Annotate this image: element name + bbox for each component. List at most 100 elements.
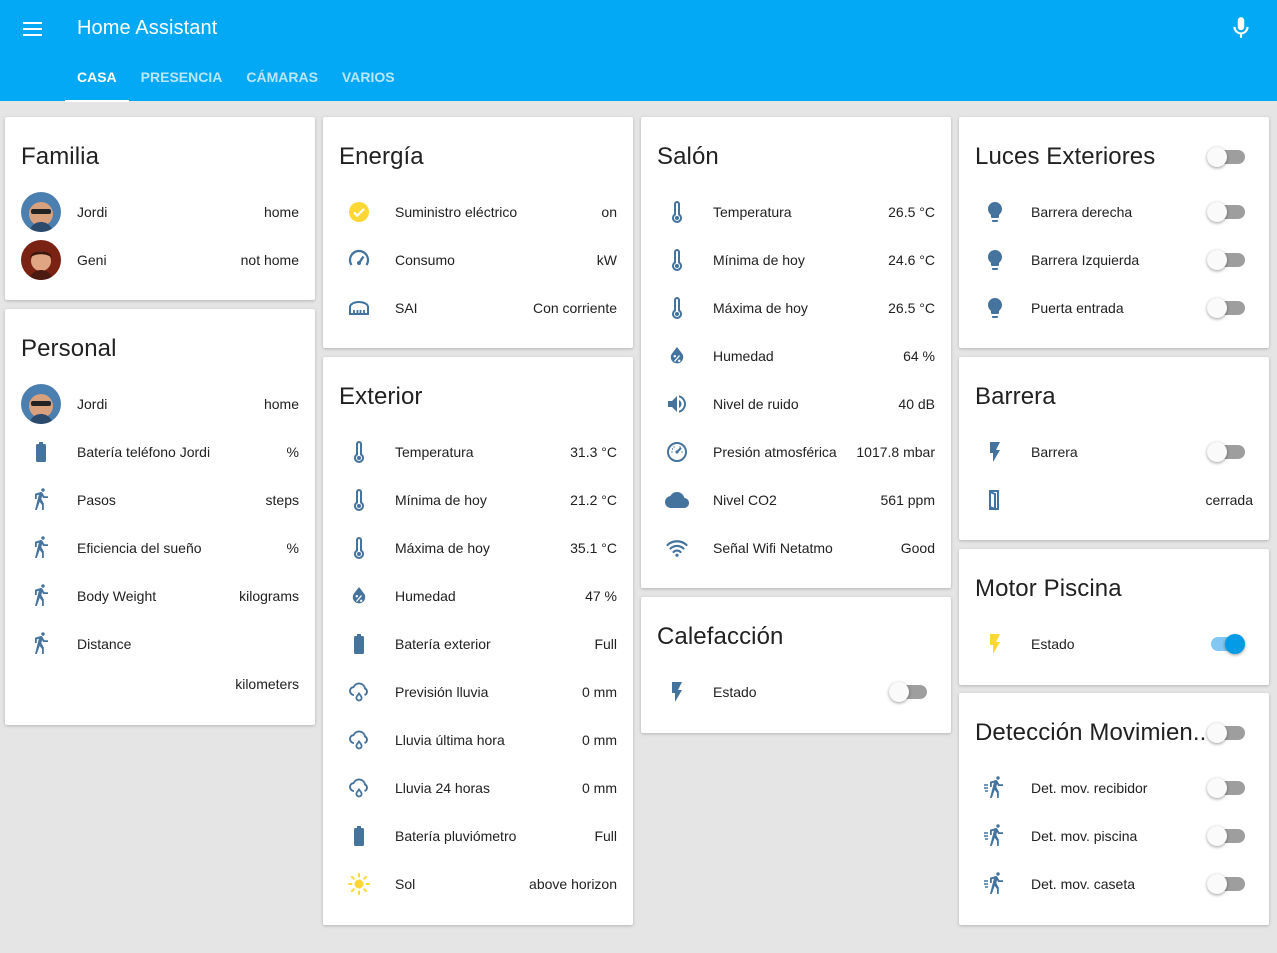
toggle-switch[interactable] bbox=[1207, 202, 1247, 222]
entity-label: Sol bbox=[395, 876, 416, 892]
motion-sensor-icon bbox=[975, 864, 1015, 904]
tab-presencia[interactable]: PRESENCIA bbox=[129, 60, 235, 101]
entity-row[interactable]: Barrera bbox=[959, 428, 1269, 476]
entity-row[interactable]: Máxima de hoy 26.5 °C bbox=[641, 284, 951, 332]
entity-row[interactable]: Temperatura 26.5 °C bbox=[641, 188, 951, 236]
entity-row[interactable]: Det. mov. recibidor bbox=[959, 764, 1269, 812]
entity-label: Jordi bbox=[77, 396, 108, 412]
ups-icon bbox=[339, 288, 379, 328]
entity-row[interactable]: Body Weight kilograms bbox=[5, 572, 315, 620]
group-toggle-switch[interactable] bbox=[1207, 723, 1247, 743]
entity-state: 24.6 °C bbox=[888, 252, 935, 268]
entity-row[interactable]: Eficiencia del sueño % bbox=[5, 524, 315, 572]
entity-state: 47 % bbox=[585, 588, 617, 604]
entity-state: 0 mm bbox=[582, 780, 617, 796]
toggle-switch[interactable] bbox=[1207, 634, 1247, 654]
thermometer-icon bbox=[339, 480, 379, 520]
entity-row[interactable]: Suministro eléctrico on bbox=[323, 188, 633, 236]
toggle-switch[interactable] bbox=[1207, 874, 1247, 894]
entity-row[interactable]: Mínima de hoy 21.2 °C bbox=[323, 476, 633, 524]
entity-row[interactable]: Sol above horizon bbox=[323, 860, 633, 908]
entity-label: Barrera derecha bbox=[1031, 204, 1133, 220]
entity-row[interactable]: Nivel de ruido 40 dB bbox=[641, 380, 951, 428]
entity-row[interactable]: Lluvia 24 horas 0 mm bbox=[323, 764, 633, 812]
entity-state: % bbox=[286, 540, 299, 556]
card-title: Familia bbox=[21, 143, 100, 170]
tab-camaras[interactable]: CÁMARAS bbox=[234, 60, 330, 101]
entity-row[interactable]: Det. mov. piscina bbox=[959, 812, 1269, 860]
entity-row[interactable]: Batería teléfono Jordi % bbox=[5, 428, 315, 476]
microphone-icon[interactable] bbox=[1228, 14, 1254, 42]
entity-label: Pasos bbox=[77, 492, 116, 508]
entity-row[interactable]: Máxima de hoy 35.1 °C bbox=[323, 524, 633, 572]
entity-state: not home bbox=[240, 252, 299, 268]
walk-icon bbox=[21, 576, 61, 616]
thermometer-icon bbox=[339, 528, 379, 568]
cloud-icon bbox=[657, 480, 697, 520]
group-toggle-switch[interactable] bbox=[1207, 147, 1247, 167]
card-barrera: Barrera Barrera cerrada bbox=[959, 357, 1269, 540]
entity-row[interactable]: Nivel CO2 561 ppm bbox=[641, 476, 951, 524]
entity-row[interactable]: Mínima de hoy 24.6 °C bbox=[641, 236, 951, 284]
entity-label: Estado bbox=[713, 684, 757, 700]
entity-label: SAI bbox=[395, 300, 418, 316]
entity-state: 31.3 °C bbox=[570, 444, 617, 460]
toggle-switch[interactable] bbox=[1207, 250, 1247, 270]
entity-state: 40 dB bbox=[898, 396, 935, 412]
door-closed-icon bbox=[975, 480, 1015, 520]
entity-label: Señal Wifi Netatmo bbox=[713, 540, 833, 556]
lightbulb-icon bbox=[975, 288, 1015, 328]
water-percent-icon bbox=[657, 336, 697, 376]
entity-row[interactable]: SAI Con corriente bbox=[323, 284, 633, 332]
entity-row[interactable]: Geni not home bbox=[5, 236, 315, 284]
toggle-switch[interactable] bbox=[1207, 778, 1247, 798]
entity-row[interactable]: Jordi home bbox=[5, 188, 315, 236]
entity-state: 26.5 °C bbox=[888, 300, 935, 316]
card-motor-piscina: Motor Piscina Estado bbox=[959, 549, 1269, 685]
entity-state: Good bbox=[900, 540, 935, 556]
entity-row[interactable]: Det. mov. caseta bbox=[959, 860, 1269, 908]
entity-row[interactable]: Jordi home bbox=[5, 380, 315, 428]
card-title: Salón bbox=[657, 143, 719, 170]
flash-icon bbox=[657, 672, 697, 712]
toggle-switch[interactable] bbox=[889, 682, 929, 702]
entity-row[interactable]: Lluvia última hora 0 mm bbox=[323, 716, 633, 764]
entity-state: home bbox=[263, 396, 299, 412]
entity-label: Det. mov. caseta bbox=[1031, 876, 1136, 892]
rain-icon bbox=[339, 768, 379, 808]
entity-row[interactable]: Humedad 64 % bbox=[641, 332, 951, 380]
tab-varios[interactable]: VARIOS bbox=[330, 60, 407, 101]
entity-row[interactable]: Previsión lluvia 0 mm bbox=[323, 668, 633, 716]
toggle-switch[interactable] bbox=[1207, 442, 1247, 462]
entity-row[interactable]: Batería pluviómetro Full bbox=[323, 812, 633, 860]
entity-label: Nivel de ruido bbox=[713, 396, 799, 412]
entity-state: above horizon bbox=[529, 876, 617, 892]
check-circle-icon bbox=[339, 192, 379, 232]
thermometer-icon bbox=[339, 432, 379, 472]
entity-row[interactable]: Barrera derecha bbox=[959, 188, 1269, 236]
entity-state: 0 mm bbox=[582, 684, 617, 700]
entity-row[interactable]: Estado bbox=[641, 668, 951, 716]
entity-row[interactable]: Señal Wifi Netatmo Good bbox=[641, 524, 951, 572]
entity-row[interactable]: Temperatura 31.3 °C bbox=[323, 428, 633, 476]
menu-button[interactable] bbox=[18, 16, 48, 42]
entity-row[interactable]: Puerta entrada bbox=[959, 284, 1269, 332]
toggle-switch[interactable] bbox=[1207, 826, 1247, 846]
entity-row[interactable]: Barrera Izquierda bbox=[959, 236, 1269, 284]
flash-icon bbox=[975, 624, 1015, 664]
entity-row[interactable]: Presión atmosférica 1017.8 mbar bbox=[641, 428, 951, 476]
entity-row[interactable]: Estado bbox=[959, 620, 1269, 668]
entity-row[interactable]: Pasos steps bbox=[5, 476, 315, 524]
entity-row[interactable]: Batería exterior Full bbox=[323, 620, 633, 668]
tab-casa[interactable]: CASA bbox=[65, 60, 129, 102]
entity-label: Batería pluviómetro bbox=[395, 828, 517, 844]
card-title: Calefacción bbox=[657, 623, 784, 650]
toggle-switch[interactable] bbox=[1207, 298, 1247, 318]
entity-row[interactable]: Humedad 47 % bbox=[323, 572, 633, 620]
entity-label: Mínima de hoy bbox=[713, 252, 805, 268]
entity-row[interactable]: Consumo kW bbox=[323, 236, 633, 284]
entity-label: Nivel CO2 bbox=[713, 492, 777, 508]
entity-state: steps bbox=[265, 492, 299, 508]
entity-label: Puerta entrada bbox=[1031, 300, 1124, 316]
entity-row[interactable]: cerrada bbox=[959, 476, 1269, 524]
